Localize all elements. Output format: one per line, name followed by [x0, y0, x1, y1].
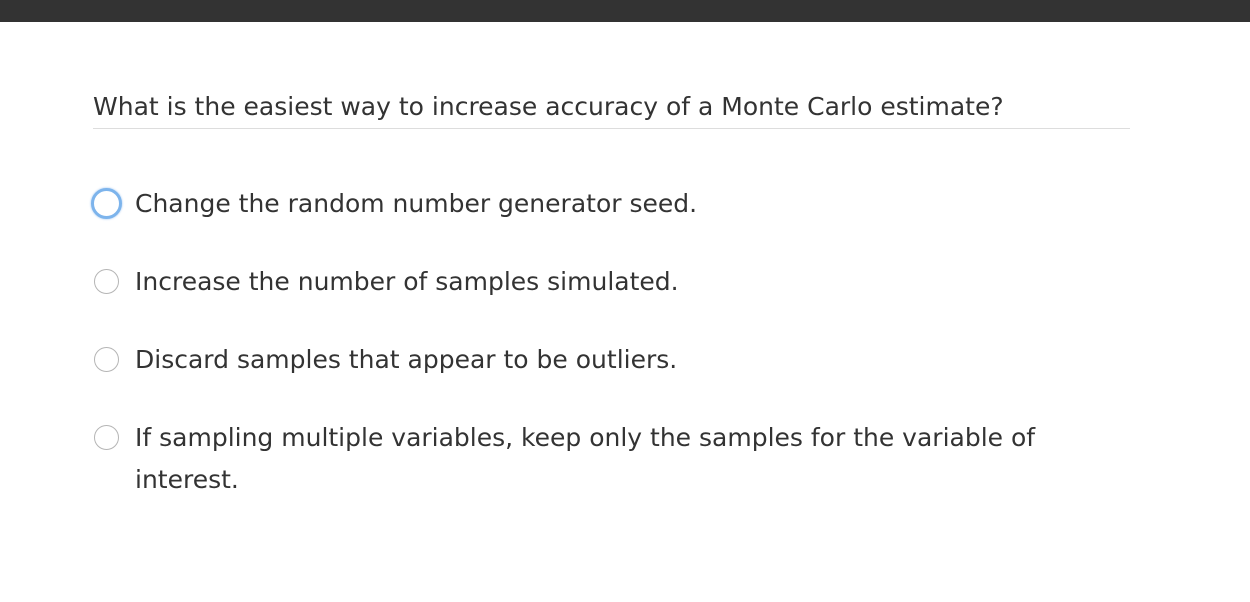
radio-button[interactable]: [94, 347, 119, 372]
question-title: What is the easiest way to increase accu…: [93, 88, 1130, 129]
radio-button[interactable]: [91, 188, 122, 219]
question-block: What is the easiest way to increase accu…: [93, 88, 1130, 129]
radio-button[interactable]: [94, 425, 119, 450]
option-label[interactable]: Increase the number of samples simulated…: [135, 261, 1085, 303]
radio-button[interactable]: [94, 269, 119, 294]
option-label[interactable]: Change the random number generator seed.: [135, 183, 1085, 225]
option-label[interactable]: Discard samples that appear to be outlie…: [135, 339, 1085, 381]
top-bar: [0, 0, 1250, 22]
option-label[interactable]: If sampling multiple variables, keep onl…: [135, 417, 1085, 501]
